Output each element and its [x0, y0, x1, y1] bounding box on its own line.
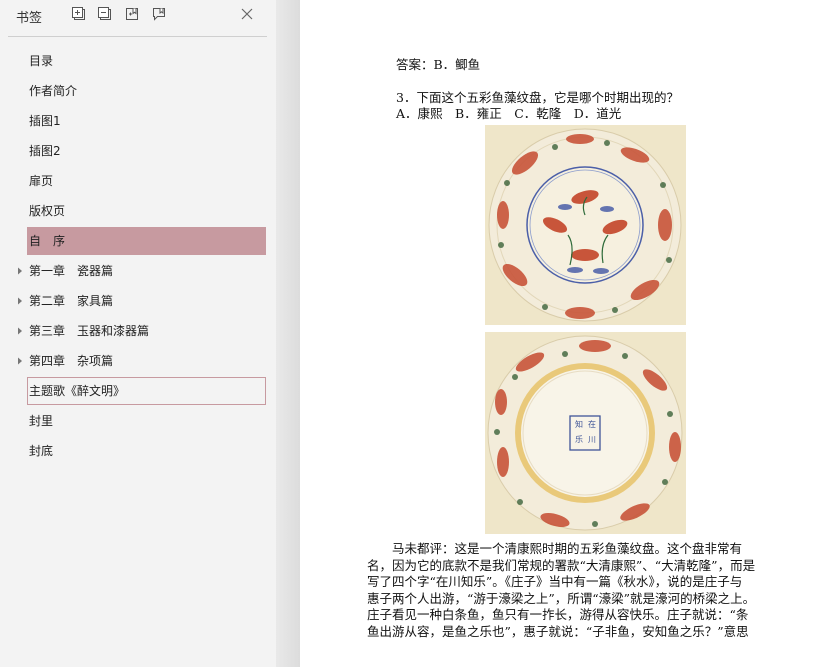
expand-arrow-icon[interactable]: [16, 317, 24, 345]
bookmark-item[interactable]: 目录: [27, 47, 266, 75]
commentary-line: 庄子看见一种白条鱼，鱼只有一拃长，游得从容快乐。庄子就说：“条: [367, 607, 749, 622]
bookmark-item[interactable]: 第二章 家具篇: [27, 287, 266, 315]
expand-all-icon[interactable]: [71, 6, 87, 22]
panel-divider: [8, 36, 267, 37]
bookmark-item[interactable]: 封底: [27, 437, 266, 465]
bookmark-item[interactable]: 插图1: [27, 107, 266, 135]
bookmark-item[interactable]: 主题歌《醉文明》: [27, 377, 266, 405]
plate-base-image: [485, 332, 686, 534]
commentary-line: 马未都评：这是一个清康熙时期的五彩鱼藻纹盘。这个盘非常有: [367, 541, 743, 556]
answer-text: 答案：B．鲫鱼: [396, 57, 481, 72]
bookmark-item[interactable]: 第四章 杂项篇: [27, 347, 266, 375]
bookmark-properties-icon[interactable]: [151, 6, 167, 22]
bookmarks-panel: 书签 目录 作者简介 插图1 插图2 扉页 版权页自 序第一章 瓷器篇 第二章 家具篇 第三章…: [0, 0, 276, 667]
base-mark-char: 知: [575, 420, 583, 429]
bookmark-item[interactable]: 封里: [27, 407, 266, 435]
panel-splitter[interactable]: [276, 0, 300, 667]
bookmark-item[interactable]: 版权页: [27, 197, 266, 225]
bookmark-item[interactable]: 扉页: [27, 167, 266, 195]
commentary-line: 写了四个字“在川知乐”。《庄子》当中有一篇《秋水》，说的是庄子与: [367, 574, 743, 589]
plate-front-image: [485, 125, 686, 325]
commentary-line: 名，因为它的底款不是我们常规的署款“大清康熙”、“大清乾隆”，而是: [367, 557, 756, 573]
bookmark-item[interactable]: 插图2: [27, 137, 266, 165]
expand-arrow-icon[interactable]: [16, 347, 24, 375]
base-mark-char: 乐: [575, 435, 583, 444]
commentary-line: 惠子两个人出游，“游于濠梁之上”，所谓“濠梁”就是濠河的桥梁之上。: [367, 590, 756, 606]
close-icon[interactable]: [239, 6, 255, 22]
commentary-line: 鱼出游从容，是鱼之乐也”，惠子就说：“子非鱼，安知鱼之乐？”意思: [367, 623, 749, 639]
bookmarks-panel-title: 书签: [16, 11, 43, 26]
expand-arrow-icon[interactable]: [16, 257, 24, 285]
base-mark-char: 川: [588, 435, 596, 444]
commentary-paragraph: 马未都评：这是一个清康熙时期的五彩鱼藻纹盘。这个盘非常有 名，因为它的底款不是我…: [367, 541, 800, 640]
bookmark-item[interactable]: 第三章 玉器和漆器篇: [27, 317, 266, 345]
base-mark-char: 在: [588, 420, 596, 429]
collapse-all-icon[interactable]: [97, 6, 113, 22]
answer-options: A．康熙 B．雍正 C．乾隆 D．道光: [396, 106, 622, 121]
add-bookmark-icon[interactable]: [124, 6, 140, 22]
expand-arrow-icon[interactable]: [16, 287, 24, 315]
bookmarks-panel-header: 书签: [0, 0, 276, 34]
bookmark-item[interactable]: 作者简介: [27, 77, 266, 105]
bookmark-item[interactable]: 第一章 瓷器篇: [27, 257, 266, 285]
bookmark-item[interactable]: 自 序: [27, 227, 266, 255]
